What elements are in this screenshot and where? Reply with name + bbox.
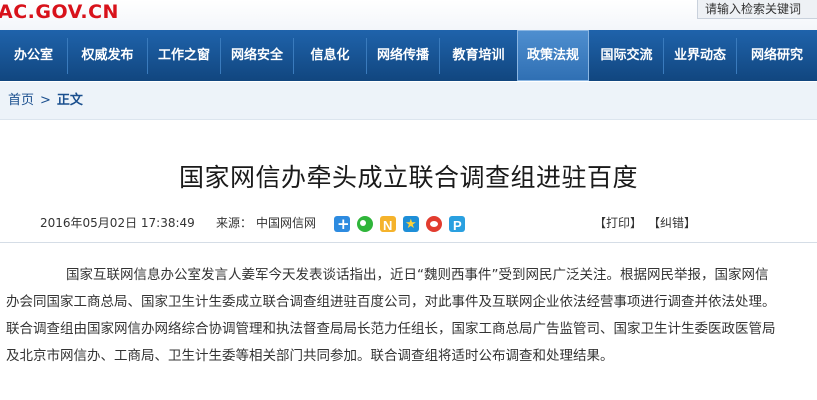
breadcrumb-home-link[interactable]: 首页 (8, 93, 34, 108)
p-icon[interactable] (449, 215, 465, 237)
main-nav: 办公室 权威发布 工作之窗 网络安全 信息化 网络传播 教育培训 政策法规 国际… (0, 30, 817, 81)
breadcrumb-current: 正文 (56, 93, 83, 108)
search-input[interactable]: 请输入检索关键词 (697, 0, 817, 19)
wechat-icon[interactable] (357, 216, 373, 232)
article-meta: 2016年05月02日 17:38:49 来源： 中国网信网 【打印】 【纠错】 (0, 212, 817, 237)
nav-item-research[interactable]: 网络研究 (737, 30, 817, 81)
article-title: 国家网信办牵头成立联合调查组进驻百度 (178, 163, 638, 192)
nav-item-informatization[interactable]: 信息化 (294, 30, 366, 81)
plus-icon[interactable] (334, 213, 350, 235)
article-date: 2016年05月02日 17:38:49 (40, 216, 195, 230)
article-source: 中国网信网 (256, 216, 317, 230)
star-icon[interactable] (403, 214, 419, 236)
print-link[interactable]: 【打印】 (594, 212, 642, 234)
nav-item-international[interactable]: 国际交流 (590, 30, 663, 81)
source-label: 来源： (216, 216, 253, 230)
site-logo[interactable]: AC.GOV.CN (0, 1, 119, 23)
article-line-1: 国家互联网信息办公室发言人姜军今天发表谈话指出，近日“魏则西事件”受到网民广泛关… (66, 267, 769, 283)
nav-item-policy[interactable]: 政策法规 (517, 30, 589, 81)
n-icon[interactable] (380, 215, 396, 237)
divider (0, 242, 817, 243)
weibo-icon[interactable] (426, 216, 442, 232)
nav-item-security[interactable]: 网络安全 (221, 30, 293, 81)
breadcrumb: 首页 > 正文 (0, 82, 817, 120)
nav-item-communication[interactable]: 网络传播 (367, 30, 439, 81)
breadcrumb-separator: > (40, 93, 51, 108)
article-line-4: 及北京市网信办、工商局、卫生计生委等相关部门共同参加。联合调查组将适时公布调查和… (6, 348, 614, 364)
nav-item-industry[interactable]: 业界动态 (664, 30, 736, 81)
correct-link[interactable]: 【纠错】 (648, 212, 696, 234)
article-line-2: 办会同国家工商总局、国家卫生计生委成立联合调查组进驻百度公司，对此事件及互联网企… (6, 294, 776, 310)
nav-item-education[interactable]: 教育培训 (440, 30, 517, 81)
nav-item-office[interactable]: 办公室 (0, 30, 67, 81)
nav-item-work[interactable]: 工作之窗 (148, 30, 220, 81)
share-bar (334, 213, 472, 237)
article-body: 国家互联网信息办公室发言人姜军今天发表谈话指出，近日“魏则西事件”受到网民广泛关… (0, 262, 817, 370)
top-header: AC.GOV.CN 请输入检索关键词 (0, 0, 817, 30)
article-line-3: 联合调查组由国家网信办网络综合协调管理和执法督查局局长范力任组长，国家工商总局广… (6, 321, 776, 337)
nav-item-authoritative[interactable]: 权威发布 (68, 30, 147, 81)
